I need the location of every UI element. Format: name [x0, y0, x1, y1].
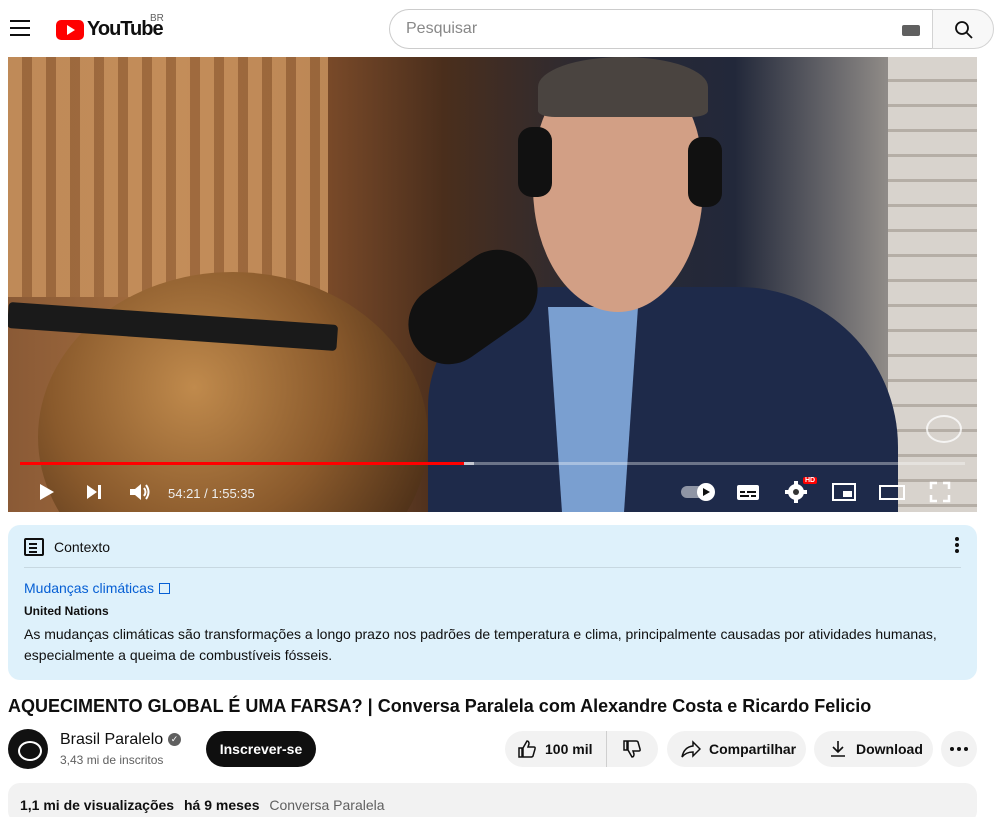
more-actions-button[interactable] [941, 731, 977, 767]
video-frame-background [8, 57, 328, 297]
play-button[interactable] [32, 478, 60, 506]
autoplay-toggle[interactable] [680, 480, 718, 504]
time-display: 54:21 / 1:55:35 [168, 486, 255, 501]
context-more-button[interactable] [947, 535, 967, 559]
context-title: Contexto [54, 539, 111, 555]
thumbs-up-icon [518, 740, 536, 758]
keyboard-icon[interactable] [902, 25, 920, 36]
subscribe-button[interactable]: Inscrever-se [206, 731, 316, 767]
publish-date: há 9 meses [183, 797, 260, 813]
search-icon [955, 21, 973, 39]
video-player[interactable]: 54:21 / 1:55:35 HD [8, 57, 977, 512]
verified-icon: ✓ [168, 733, 181, 746]
view-count: 1,1 mi de visualizações [20, 797, 175, 813]
hd-badge: HD [803, 477, 818, 484]
video-frame-person-hair [538, 57, 708, 117]
description-box[interactable]: 1,1 mi de visualizações há 9 meses Conve… [8, 783, 977, 817]
video-frame-wall [888, 57, 977, 512]
region-code: BR [150, 13, 164, 24]
info-panel-icon [24, 538, 44, 556]
volume-icon [130, 484, 150, 500]
progress-played [20, 462, 465, 465]
subtitles-icon [737, 485, 759, 500]
mute-button[interactable] [126, 478, 154, 506]
share-button[interactable]: Compartilhar [667, 731, 806, 767]
subscriber-count: 3,43 mi de inscritos [60, 753, 164, 767]
thumbs-down-icon [623, 740, 641, 758]
context-link-label: Mudanças climáticas [24, 580, 154, 596]
external-link-icon [158, 583, 170, 594]
masthead: YouTube BR [0, 0, 1000, 58]
video-title: AQUECIMENTO GLOBAL É UMA FARSA? | Conver… [8, 696, 872, 716]
skip-next-icon [87, 485, 101, 499]
video-frame-headphone [688, 137, 722, 207]
like-count: 100 mil [545, 741, 593, 757]
context-panel: Contexto Mudanças climáticas United Nati… [8, 525, 977, 680]
theater-mode-button[interactable] [878, 478, 906, 506]
progress-bar[interactable] [20, 462, 965, 465]
video-frame-headphone [518, 127, 552, 197]
share-icon [681, 740, 701, 758]
like-button[interactable]: 100 mil [505, 731, 607, 767]
channel-avatar[interactable] [8, 729, 48, 769]
context-header: Contexto [24, 538, 110, 556]
autoplay-icon [681, 483, 715, 501]
divider [24, 567, 961, 568]
next-button[interactable] [80, 478, 108, 506]
context-source: United Nations [24, 604, 109, 618]
context-body: As mudanças climáticas são transformaçõe… [24, 626, 937, 663]
hashtag-link[interactable]: Conversa Paralela [269, 797, 384, 813]
dislike-button[interactable] [607, 731, 657, 767]
fullscreen-icon [929, 481, 951, 503]
download-label: Download [856, 741, 923, 757]
channel-name[interactable]: Brasil Paralelo [60, 731, 163, 749]
context-link[interactable]: Mudanças climáticas [24, 580, 170, 596]
channel-watermark-icon[interactable] [926, 415, 962, 443]
miniplayer-icon [832, 483, 856, 501]
description-meta: 1,1 mi de visualizações há 9 meses Conve… [20, 797, 385, 813]
like-dislike-group: 100 mil [505, 731, 658, 767]
subtitles-button[interactable] [734, 478, 762, 506]
download-icon [831, 741, 845, 757]
search-box [389, 9, 932, 49]
search-button[interactable] [932, 9, 994, 49]
fullscreen-button[interactable] [926, 478, 954, 506]
menu-icon[interactable] [10, 20, 30, 36]
theater-icon [879, 485, 905, 500]
youtube-logo[interactable]: YouTube [56, 18, 164, 41]
share-label: Compartilhar [709, 741, 797, 757]
youtube-play-icon [56, 19, 84, 40]
search-input[interactable] [406, 10, 886, 48]
miniplayer-button[interactable] [830, 478, 858, 506]
download-button[interactable]: Download [814, 731, 933, 767]
play-icon [40, 484, 54, 500]
player-controls: 54:21 / 1:55:35 HD [8, 472, 977, 512]
